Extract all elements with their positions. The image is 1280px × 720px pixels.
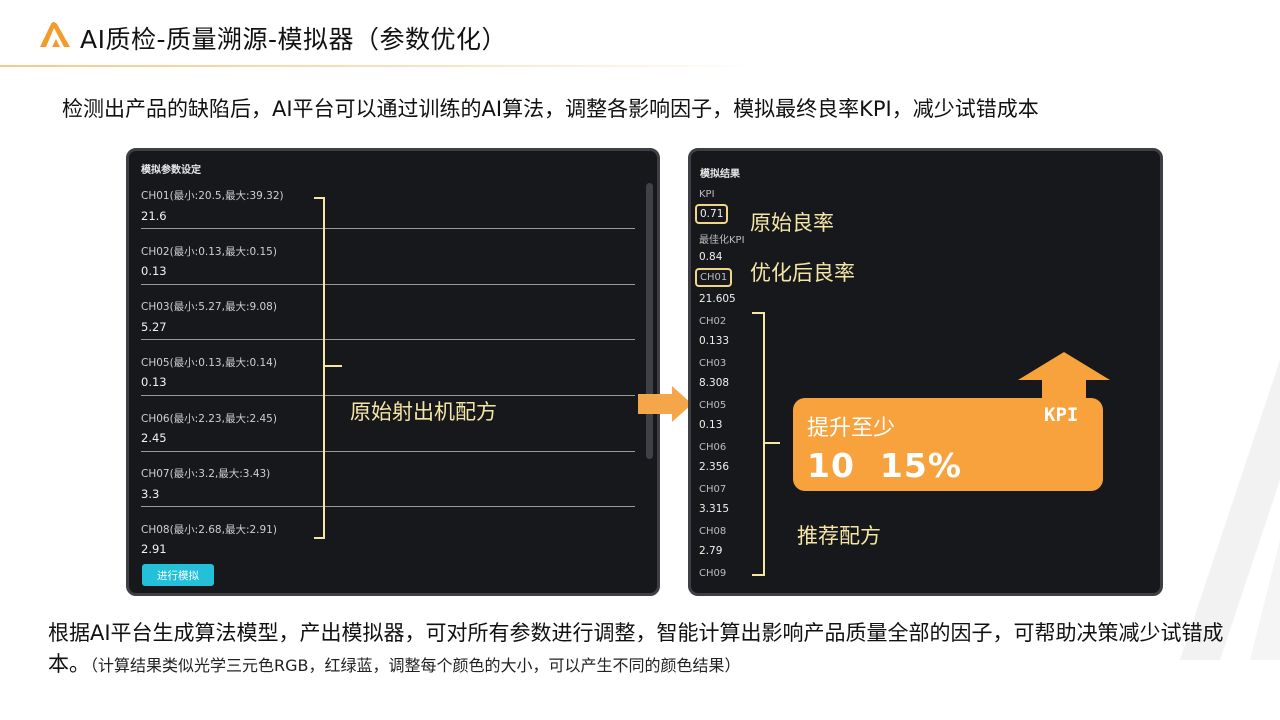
param-input-ch08[interactable]: 2.91 (141, 542, 167, 556)
result-label-ch03: CH03 (699, 358, 727, 369)
input-underline (141, 451, 635, 452)
footer-note: （计算结果类似光学三元色RGB，红绿蓝，调整每个颜色的大小，可以产生不同的颜色结… (90, 656, 741, 675)
input-underline (141, 339, 635, 340)
param-input-ch02[interactable]: 0.13 (141, 264, 167, 278)
result-value-ch02: 0.133 (699, 335, 730, 347)
param-label-ch02: CH02(最小:0.13,最大:0.15) (141, 246, 277, 258)
kpi-badge: KPI (1044, 404, 1079, 426)
result-label-ch07: CH07 (699, 484, 727, 495)
param-input-ch01[interactable]: 21.6 (141, 209, 167, 223)
result-value-ch06: 2.356 (699, 461, 730, 473)
param-input-ch07[interactable]: 3.3 (141, 487, 159, 501)
panel-title: 模拟结果 (700, 169, 740, 180)
param-label-ch07: CH07(最小:3.2,最大:3.43) (141, 468, 271, 480)
param-label-ch05: CH05(最小:0.13,最大:0.14) (141, 357, 277, 369)
footer-description: 根据AI平台生成算法模型，产出模拟器，可对所有参数进行调整，智能计算出影响产品质… (48, 618, 1228, 681)
run-simulation-button[interactable]: 进行模拟 (142, 564, 214, 586)
optimized-yield-label: 优化后良率 (750, 261, 855, 285)
result-label-ch02: CH02 (699, 316, 727, 327)
result-value-best-kpi: 0.84 (699, 251, 723, 263)
right-bracket (752, 312, 780, 576)
result-value-ch05: 0.13 (699, 419, 723, 431)
result-label-best-kpi: 最佳化KPI (699, 235, 745, 246)
result-label-ch06: CH06 (699, 442, 727, 453)
input-underline (141, 228, 635, 229)
result-value-ch01: 21.605 (699, 293, 736, 305)
original-recipe-label: 原始射出机配方 (350, 400, 497, 424)
page-title: AI质检-质量溯源-模拟器（参数优化） (80, 25, 508, 54)
input-underline (141, 506, 635, 507)
result-label-ch09: CH09 (699, 568, 727, 579)
arrow-right-icon (638, 386, 692, 422)
left-bracket (314, 197, 342, 539)
result-label-ch05: CH05 (699, 400, 727, 411)
param-label-ch06: CH06(最小:2.23,最大:2.45) (141, 413, 277, 425)
param-input-ch06[interactable]: 2.45 (141, 431, 167, 445)
simulation-params-panel: 模拟参数设定 CH01(最小:20.5,最大:39.32) 21.6 CH02(… (126, 148, 660, 596)
panel-title: 模拟参数设定 (141, 165, 201, 176)
param-input-ch05[interactable]: 0.13 (141, 375, 167, 389)
result-value-ch03: 8.308 (699, 377, 730, 389)
callout-title: 提升至少 (807, 416, 896, 441)
page-subtitle: 检测出产品的缺陷后，AI平台可以通过训练的AI算法，调整各影响因子，模拟最终良率… (62, 97, 1039, 121)
result-label-ch08: CH08 (699, 526, 727, 537)
result-value-ch08: 2.79 (699, 545, 723, 557)
result-label-ch01: CH01 (695, 268, 733, 287)
header-divider (0, 65, 760, 67)
recommended-recipe-label: 推荐配方 (797, 524, 881, 548)
param-label-ch01: CH01(最小:20.5,最大:39.32) (141, 190, 284, 202)
original-yield-label: 原始良率 (750, 211, 834, 235)
brand-logo-icon (40, 22, 70, 47)
callout-value: 10 15% (807, 446, 962, 485)
param-input-ch03[interactable]: 5.27 (141, 320, 167, 334)
result-value-kpi: 0.71 (695, 204, 729, 224)
watermark-logo-icon (1180, 360, 1280, 660)
result-value-ch07: 3.315 (699, 503, 730, 515)
result-label-kpi: KPI (699, 189, 715, 200)
param-label-ch08: CH08(最小:2.68,最大:2.91) (141, 524, 277, 536)
input-underline (141, 284, 635, 285)
param-label-ch03: CH03(最小:5.27,最大:9.08) (141, 301, 277, 313)
